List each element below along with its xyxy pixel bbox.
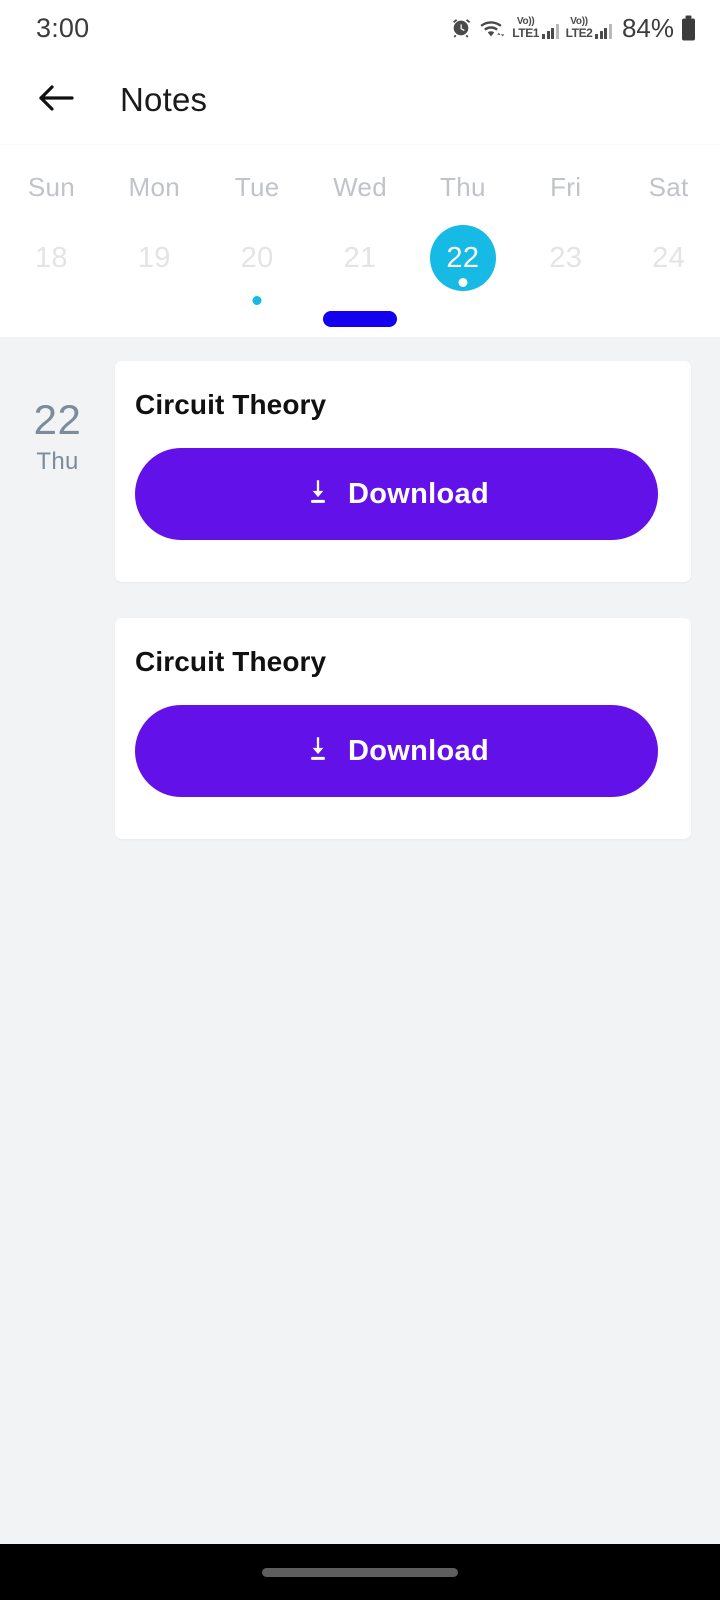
calendar-date-cell-21[interactable]: 21 — [309, 225, 412, 291]
date-number: 21 — [343, 241, 377, 274]
weekday-label: Thu — [440, 171, 486, 202]
note-cards-column: Circuit Theory Download Circuit Theory D… — [115, 361, 720, 875]
calendar-date-cell-20[interactable]: 20 — [206, 225, 309, 305]
wifi-icon — [479, 17, 505, 39]
app-bar: Notes — [0, 56, 720, 145]
signal-sim1-icon: Vo)) LTE1 — [512, 17, 559, 40]
weekday-label: Wed — [333, 171, 387, 202]
download-icon — [304, 735, 332, 768]
date-number: 20 — [240, 241, 274, 274]
home-gesture-pill[interactable] — [262, 1567, 458, 1577]
date-number: 23 — [549, 241, 583, 274]
calendar-dates-row: 18 19 20 21 22 23 24 — [0, 225, 720, 305]
date-number: 19 — [137, 241, 171, 274]
sim2-lte-label: LTE2 — [565, 26, 593, 40]
calendar-drag-handle[interactable] — [323, 311, 397, 327]
sim2-signal-bars — [595, 24, 612, 39]
calendar-date-cell-23[interactable]: 23 — [514, 225, 617, 291]
battery-percent-label: 84% — [621, 12, 674, 43]
calendar-weekday-cell: Fri — [514, 167, 617, 207]
date-number: 22 — [446, 241, 480, 274]
note-title: Circuit Theory — [135, 389, 327, 420]
weekday-label: Fri — [550, 171, 582, 202]
date-number: 24 — [652, 241, 685, 274]
calendar-weekday-cell: Thu — [411, 167, 514, 207]
download-button[interactable]: Download — [135, 705, 658, 797]
download-button-label: Download — [348, 477, 489, 510]
arrow-left-icon — [34, 80, 78, 121]
weekday-label: Sun — [27, 171, 76, 202]
calendar-weekday-cell: Sat — [617, 167, 720, 207]
back-button[interactable] — [30, 74, 82, 126]
calendar-date-cell-22[interactable]: 22 — [411, 225, 514, 291]
download-icon — [304, 478, 332, 511]
note-title: Circuit Theory — [135, 646, 327, 677]
app-root: 3:00 Vo)) LTE1 Vo)) LTE2 84% Notes Sun M… — [0, 0, 720, 1600]
status-bar-icons: Vo)) LTE1 Vo)) LTE2 84% — [450, 13, 696, 44]
day-weekday: Thu — [36, 448, 79, 475]
note-card[interactable]: Circuit Theory Download — [115, 618, 691, 839]
calendar-weekday-cell: Tue — [206, 167, 309, 207]
calendar-weekday-cell: Sun — [0, 167, 103, 207]
calendar-date-cell-24[interactable]: 24 — [617, 225, 720, 291]
calendar-weekday-cell: Mon — [103, 167, 206, 207]
sim1-lte-label: LTE1 — [512, 26, 540, 40]
calendar-weekday-cell: Wed — [309, 167, 412, 207]
day-number: 22 — [33, 396, 82, 443]
page-title: Notes — [120, 81, 208, 118]
weekday-label: Mon — [128, 171, 181, 202]
calendar-date-cell-19[interactable]: 19 — [103, 225, 206, 291]
weekday-label: Tue — [234, 171, 280, 202]
event-dot-icon — [458, 278, 468, 287]
note-card[interactable]: Circuit Theory Download — [115, 361, 691, 582]
calendar-expand-row — [0, 311, 720, 327]
calendar-date-cell-18[interactable]: 18 — [0, 225, 103, 291]
status-bar: 3:00 Vo)) LTE1 Vo)) LTE2 84% — [0, 0, 720, 56]
status-bar-clock: 3:00 — [36, 12, 90, 43]
signal-sim2-icon: Vo)) LTE2 — [566, 17, 612, 39]
day-group: 22 Thu Circuit Theory Download Circuit T… — [0, 361, 720, 875]
selected-date-highlight: 22 — [429, 225, 496, 291]
alarm-icon — [450, 17, 472, 39]
calendar-weekday-header-row: Sun Mon Tue Wed Thu Fri Sat — [0, 167, 720, 207]
system-navigation-bar — [0, 1544, 720, 1600]
battery-icon — [681, 15, 696, 41]
weekday-label: Sat — [648, 171, 689, 202]
notes-list: 22 Thu Circuit Theory Download Circuit T… — [0, 337, 720, 1544]
date-number: 18 — [34, 241, 68, 274]
week-calendar: Sun Mon Tue Wed Thu Fri Sat 18 19 20 21 — [0, 145, 720, 337]
download-button[interactable]: Download — [135, 448, 658, 540]
download-button-label: Download — [348, 734, 489, 767]
sim1-signal-bars — [542, 24, 559, 39]
event-dot-icon — [252, 296, 262, 305]
day-label: 22 Thu — [0, 361, 115, 476]
